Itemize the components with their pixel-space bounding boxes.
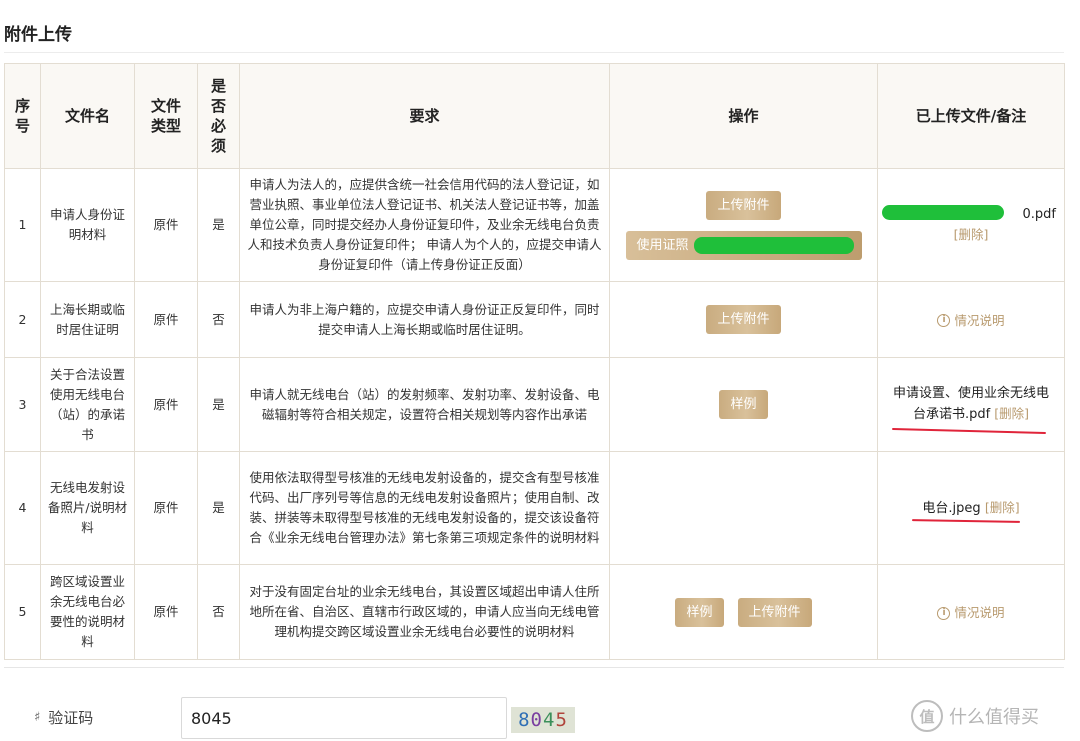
use-certificate-button[interactable]: 使用证照: [625, 230, 862, 260]
info-icon: i: [937, 606, 951, 620]
table-row: 2 上海长期或临时居住证明 原件 否 申请人为非上海户籍的，应提交申请人身份证正…: [4, 281, 1065, 358]
row-required: 否: [197, 564, 240, 660]
table-row: 5 跨区域设置业余无线电台必要性的说明材料 原件 否 对于没有固定台址的业余无线…: [4, 564, 1065, 660]
row-uploaded: 电台.jpeg [删除]: [877, 451, 1065, 565]
annotation-underline: [892, 427, 1046, 435]
situation-note-label: 情况说明: [954, 605, 1005, 621]
table-header-row: 序号 文件名 文件类型 是否必须 要求 操作 已上传文件/备注: [4, 63, 1065, 169]
row-required: 是: [197, 357, 240, 452]
row-filetype: 原件: [134, 168, 198, 282]
row-filename: 跨区域设置业余无线电台必要性的说明材料: [40, 564, 135, 660]
row-uploaded: 申请设置、使用业余无线电台承诺书.pdf [删除]: [877, 357, 1065, 452]
header-action: 操作: [609, 63, 878, 169]
situation-note-link[interactable]: i 情况说明: [937, 311, 1005, 331]
row-filename: 关于合法设置使用无线电台（站）的承诺书: [40, 357, 135, 452]
row-requirement: 申请人为法人的，应提供含统一社会信用代码的法人登记证，如营业执照、事业单位法人登…: [239, 168, 610, 282]
row-required: 是: [197, 168, 240, 282]
row-actions: 样例: [609, 357, 878, 452]
person-icon: ♯: [34, 710, 41, 725]
header-index: 序号: [4, 63, 41, 169]
captcha-image[interactable]: 8045: [511, 707, 575, 733]
upload-attachment-button[interactable]: 上传附件: [706, 305, 781, 334]
uploaded-file-link[interactable]: 电台.jpeg: [922, 501, 980, 516]
watermark: 值 什么值得买: [911, 700, 1039, 732]
table-row: 4 无线电发射设备照片/说明材料 原件 是 使用依法取得型号核准的无线电发射设备…: [4, 451, 1065, 565]
row-filetype: 原件: [134, 451, 198, 565]
info-icon: i: [937, 314, 951, 328]
upload-attachment-button[interactable]: 上传附件: [706, 190, 781, 220]
row-required: 否: [197, 281, 240, 358]
sample-button[interactable]: 样例: [675, 597, 724, 627]
sample-button[interactable]: 样例: [719, 390, 768, 419]
header-uploaded: 已上传文件/备注: [877, 63, 1065, 169]
redaction-mark: [882, 205, 1004, 220]
situation-note-link[interactable]: i 情况说明: [937, 603, 1005, 623]
row-filetype: 原件: [134, 564, 198, 660]
row-index: 1: [4, 168, 41, 282]
row-requirement: 申请人为非上海户籍的，应提交申请人身份证正反复印件，同时提交申请人上海长期或临时…: [239, 281, 610, 358]
row-actions: 上传附件 使用证照: [609, 168, 878, 282]
annotation-underline: [911, 519, 1021, 523]
row-index: 5: [4, 564, 41, 660]
row-requirement: 申请人就无线电台（站）的发射频率、发射功率、发射设备、电磁辐射等符合相关规定，设…: [239, 357, 610, 452]
row-actions: 样例 上传附件: [609, 564, 878, 660]
row-filetype: 原件: [134, 357, 198, 452]
delete-file-link[interactable]: [删除]: [954, 227, 989, 242]
use-certificate-label: 使用证照: [636, 237, 689, 253]
captcha-char: 8: [518, 709, 531, 731]
row-required: 是: [197, 451, 240, 565]
row-filename: 上海长期或临时居住证明: [40, 281, 135, 358]
redaction-mark: [693, 236, 854, 254]
delete-file-link[interactable]: [删除]: [985, 500, 1020, 515]
row-filename: 申请人身份证明材料: [40, 168, 135, 282]
uploaded-file-link[interactable]: 0.pdf: [1023, 207, 1056, 222]
row-uploaded: 0.pdf [删除]: [877, 168, 1065, 282]
table-row: 1 申请人身份证明材料 原件 是 申请人为法人的，应提供含统一社会信用代码的法人…: [4, 168, 1065, 282]
captcha-char: 5: [555, 709, 568, 731]
header-filename: 文件名: [40, 63, 135, 169]
upload-attachment-button[interactable]: 上传附件: [737, 597, 812, 627]
delete-file-link[interactable]: [删除]: [994, 406, 1029, 421]
row-index: 2: [4, 281, 41, 358]
zhi-logo-icon: 值: [911, 700, 943, 732]
situation-note-label: 情况说明: [954, 312, 1005, 328]
title-divider: [4, 52, 1064, 53]
row-filetype: 原件: [134, 281, 198, 358]
captcha-char: 4: [543, 709, 556, 731]
row-uploaded: i 情况说明: [877, 281, 1065, 358]
header-filetype: 文件类型: [134, 63, 198, 169]
table-row: 3 关于合法设置使用无线电台（站）的承诺书 原件 是 申请人就无线电台（站）的发…: [4, 357, 1065, 452]
captcha-input[interactable]: 8045: [181, 697, 507, 739]
section-title: 附件上传: [4, 25, 72, 45]
header-requirement: 要求: [239, 63, 610, 169]
row-requirement: 使用依法取得型号核准的无线电发射设备的，提交含有型号核准代码、出厂序列号等信息的…: [239, 451, 610, 565]
row-uploaded: i 情况说明: [877, 564, 1065, 660]
header-required: 是否必须: [197, 63, 240, 169]
row-actions: [609, 451, 878, 565]
captcha-char: 0: [530, 709, 543, 731]
row-requirement: 对于没有固定台址的业余无线电台，其设置区域超出申请人住所地所在省、自治区、直辖市…: [239, 564, 610, 660]
row-index: 4: [4, 451, 41, 565]
bottom-divider: [4, 667, 1064, 668]
row-filename: 无线电发射设备照片/说明材料: [40, 451, 135, 565]
watermark-text: 什么值得买: [949, 707, 1039, 728]
captcha-label-text: 验证码: [48, 709, 94, 727]
row-index: 3: [4, 357, 41, 452]
row-actions: 上传附件: [609, 281, 878, 358]
captcha-label: ♯ 验证码: [34, 707, 93, 728]
attachments-table: 序号 文件名 文件类型 是否必须 要求 操作 已上传文件/备注 1 申请人身份证…: [4, 63, 1065, 660]
